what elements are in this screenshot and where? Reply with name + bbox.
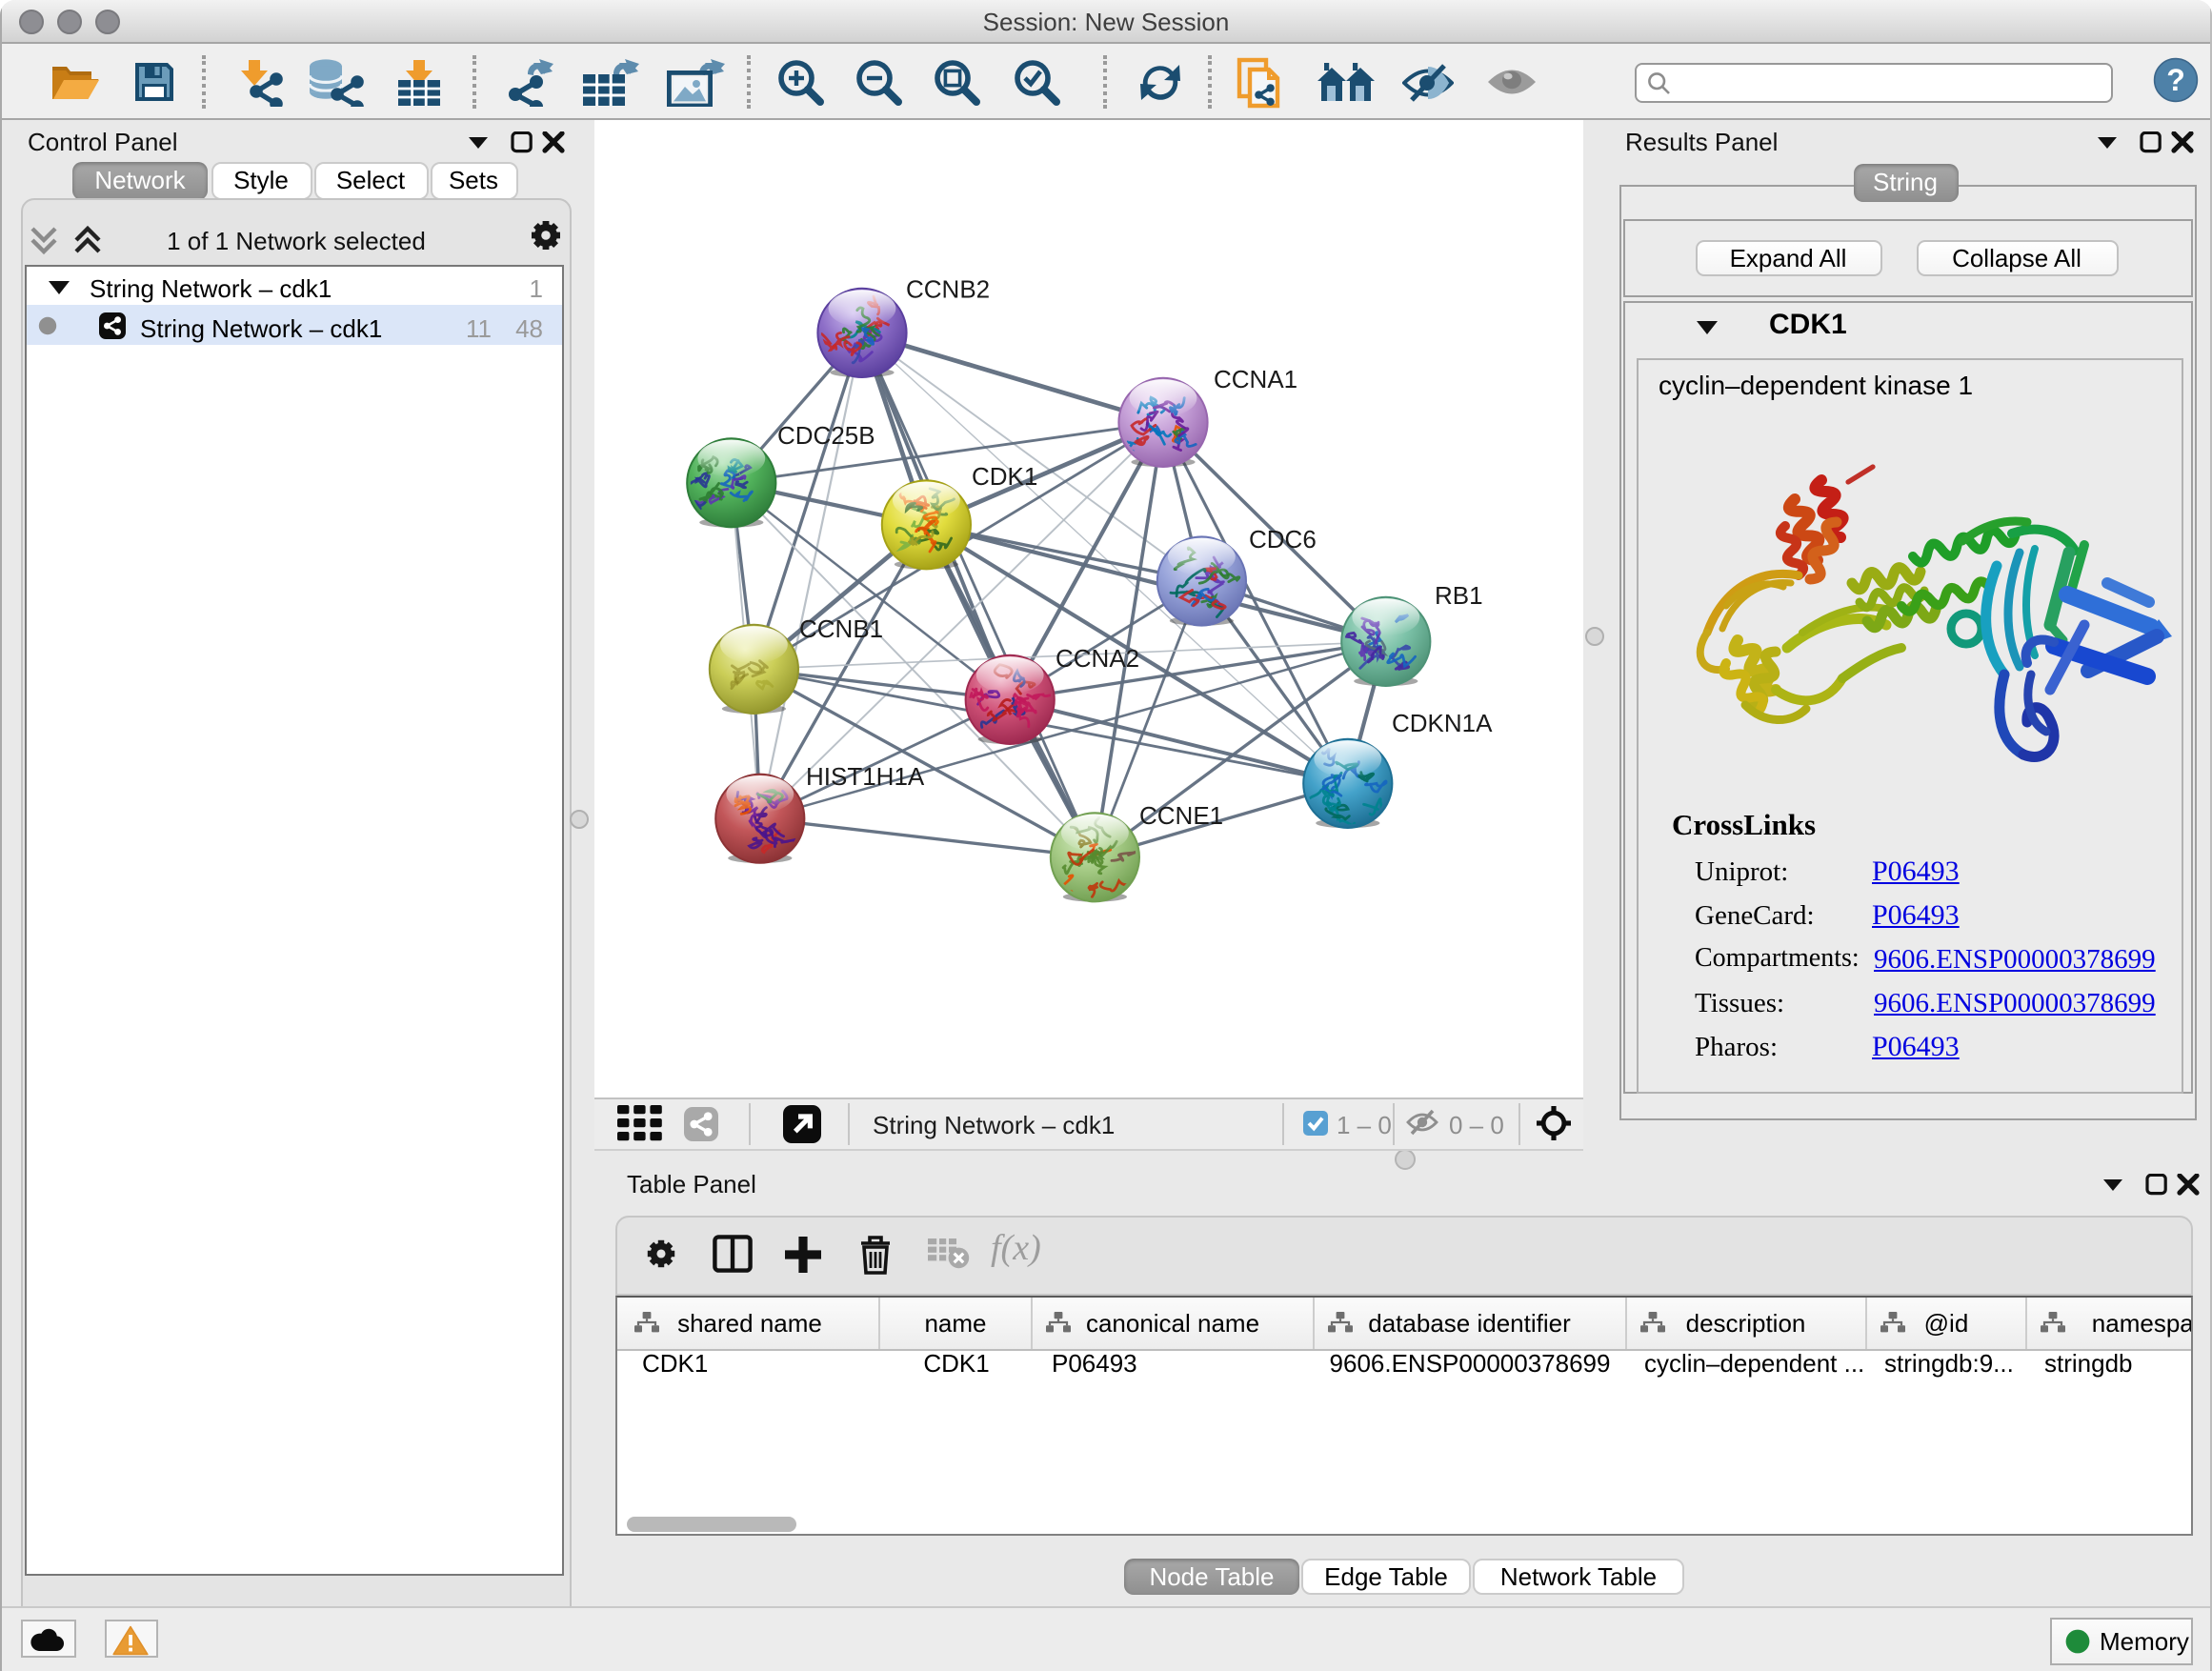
- svg-text:CCNB1: CCNB1: [798, 614, 882, 642]
- svg-text:?: ?: [2165, 63, 2184, 97]
- svg-text:CCNA1: CCNA1: [1213, 364, 1297, 393]
- svg-text:HIST1H1A: HIST1H1A: [805, 761, 924, 790]
- svg-text:CDC25B: CDC25B: [776, 420, 875, 449]
- svg-text:CDC6: CDC6: [1248, 524, 1316, 553]
- svg-text:CCNE1: CCNE1: [1138, 800, 1222, 829]
- svg-text:CCNA2: CCNA2: [1055, 643, 1138, 672]
- svg-text:CDKN1A: CDKN1A: [1391, 708, 1492, 736]
- svg-text:CDK1: CDK1: [971, 461, 1036, 490]
- svg-text:RB1: RB1: [1434, 580, 1482, 609]
- svg-text:CCNB2: CCNB2: [905, 273, 989, 302]
